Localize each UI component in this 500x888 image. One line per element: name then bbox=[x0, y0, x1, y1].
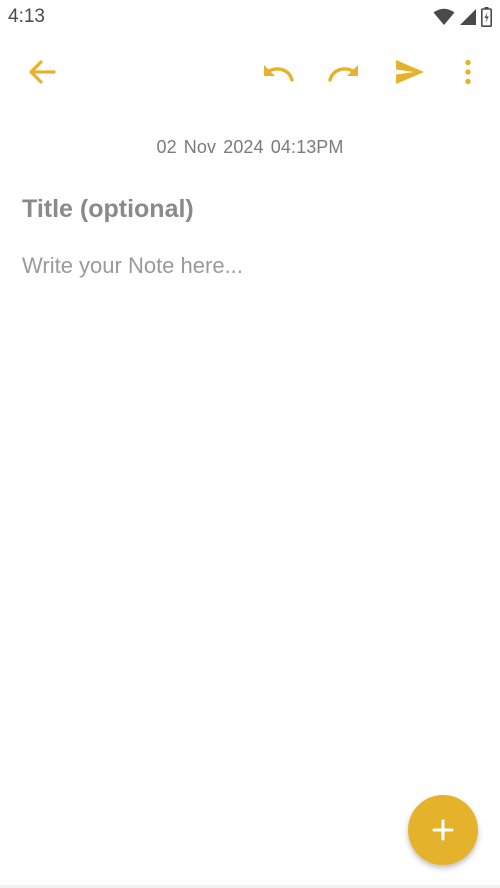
note-timestamp: 02 Nov 2024 04:13PM bbox=[0, 137, 500, 158]
note-time: 04:13PM bbox=[270, 137, 344, 157]
wifi-icon bbox=[433, 8, 455, 25]
send-button[interactable] bbox=[388, 50, 432, 94]
send-icon bbox=[396, 60, 424, 84]
note-body-input[interactable] bbox=[22, 250, 478, 770]
status-bar: 4:13 bbox=[0, 0, 500, 34]
more-vert-icon bbox=[465, 59, 471, 85]
add-fab-button[interactable] bbox=[408, 795, 478, 865]
redo-button[interactable] bbox=[322, 50, 366, 94]
back-button[interactable] bbox=[20, 50, 64, 94]
status-icons bbox=[433, 7, 492, 27]
battery-icon bbox=[481, 7, 492, 27]
toolbar bbox=[0, 42, 500, 102]
undo-button[interactable] bbox=[256, 50, 300, 94]
note-date: 02 Nov 2024 bbox=[156, 137, 264, 157]
redo-icon bbox=[328, 65, 358, 82]
undo-icon bbox=[264, 65, 294, 82]
back-arrow-icon bbox=[29, 60, 56, 84]
signal-icon bbox=[460, 9, 476, 25]
status-time: 4:13 bbox=[8, 6, 45, 27]
plus-icon bbox=[432, 819, 454, 841]
more-options-button[interactable] bbox=[446, 50, 490, 94]
title-input[interactable] bbox=[22, 190, 478, 228]
